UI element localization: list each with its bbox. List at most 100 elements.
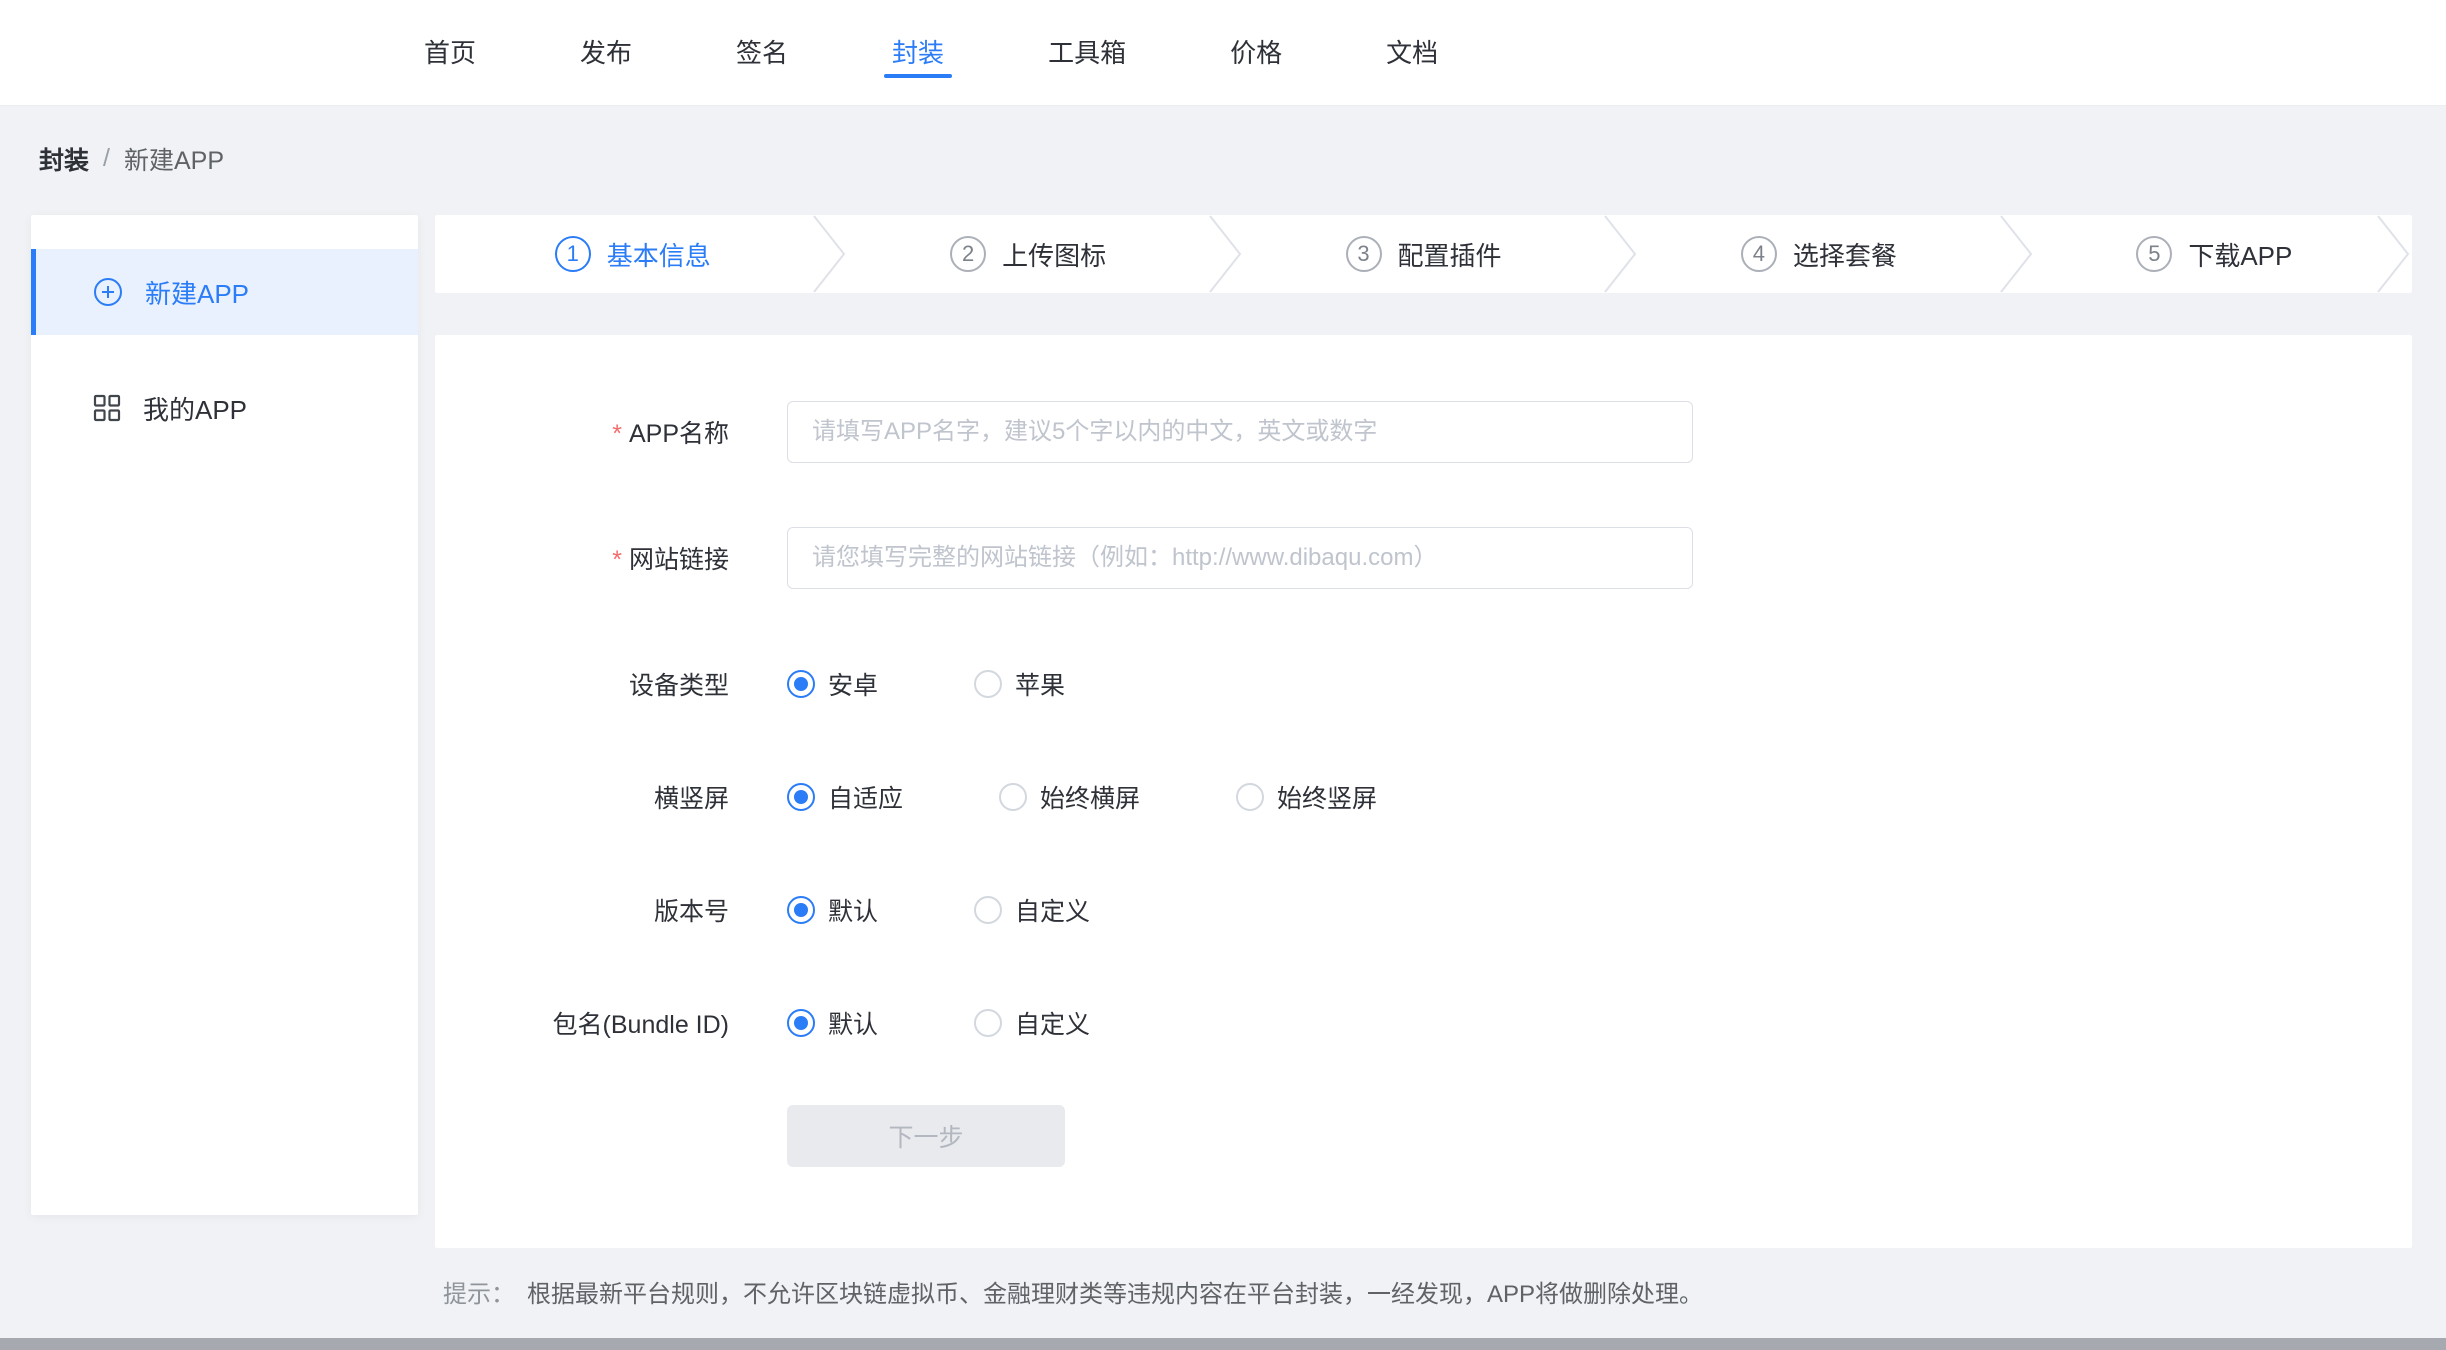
radio-option[interactable]: 默认 — [787, 1005, 878, 1041]
radio-option-label: 安卓 — [828, 666, 878, 702]
step-number-circle: 2 — [950, 236, 986, 272]
next-step-button[interactable]: 下一步 — [787, 1105, 1065, 1167]
field-label-text: 设备类型 — [629, 672, 729, 700]
field-control — [787, 527, 1693, 589]
breadcrumb-current: 新建APP — [124, 141, 224, 177]
breadcrumb: 封装 / 新建APP — [39, 144, 2404, 173]
required-asterisk: * — [612, 420, 622, 448]
form-row: 横竖屏 自适应 始终横屏 始终竖屏 — [435, 766, 2412, 828]
form-row: 版本号 默认 自定义 — [435, 879, 2412, 941]
radio-selected-icon — [787, 896, 815, 924]
content-area: 封装 / 新建APP 新建APP 我的APP 1 基本信息 2 上传图标 3 配置插件 4 选择… — [0, 144, 2446, 1309]
sidebar-item-label: 新建APP — [145, 274, 249, 311]
footer-strip — [0, 1338, 2446, 1350]
radio-selected-icon — [787, 670, 815, 698]
text-input[interactable] — [787, 401, 1693, 463]
radio-option-label: 始终横屏 — [1040, 779, 1140, 815]
radio-option[interactable]: 自定义 — [974, 892, 1090, 928]
field-label-text: 横竖屏 — [654, 785, 729, 813]
nav-item[interactable]: 文档 — [1334, 0, 1490, 106]
wizard-step: 3 配置插件 — [1226, 215, 1621, 293]
step-number-circle: 3 — [1346, 236, 1382, 272]
nav-item[interactable]: 首页 — [372, 0, 528, 106]
main-panel: 1基本信息2上传图标3配置插件4选择套餐5下载APP *APP名称*网站链接设备… — [435, 215, 2412, 1309]
field-label-text: 包名(Bundle ID) — [553, 1011, 729, 1039]
radio-selected-icon — [787, 1009, 815, 1037]
form-row: 包名(Bundle ID) 默认 自定义 — [435, 992, 2412, 1054]
nav-item[interactable]: 封装 — [840, 0, 996, 106]
radio-option[interactable]: 自定义 — [974, 1005, 1090, 1041]
page-body: 新建APP我的APP 1基本信息2上传图标3配置插件4选择套餐5下载APP *A… — [31, 215, 2412, 1309]
radio-option[interactable]: 始终竖屏 — [1236, 779, 1377, 815]
field-label: *网站链接 — [435, 540, 729, 576]
button-row: 下一步 — [435, 1105, 2412, 1167]
form-row: 设备类型 安卓 苹果 — [435, 653, 2412, 715]
field-label: *APP名称 — [435, 414, 729, 450]
radio-unselected-icon — [1236, 783, 1264, 811]
wizard-step: 4 选择套餐 — [1621, 215, 2016, 293]
field-label-text: APP名称 — [629, 420, 729, 448]
radio-option[interactable]: 始终横屏 — [999, 779, 1140, 815]
basic-info-form-card: *APP名称*网站链接设备类型安卓苹果横竖屏自适应始终横屏始终竖屏版本号默认自定… — [435, 335, 2412, 1248]
radio-option[interactable]: 安卓 — [787, 666, 878, 702]
radio-unselected-icon — [999, 783, 1027, 811]
nav-item[interactable]: 发布 — [528, 0, 684, 106]
field-label: 包名(Bundle ID) — [435, 1005, 729, 1041]
form-rows: *APP名称*网站链接设备类型安卓苹果横竖屏自适应始终横屏始终竖屏版本号默认自定… — [435, 401, 2412, 1054]
step-label: 上传图标 — [1002, 236, 1106, 273]
text-input[interactable] — [787, 527, 1693, 589]
sidebar: 新建APP 我的APP — [31, 215, 418, 1215]
radio-option-label: 默认 — [828, 1005, 878, 1041]
steps-bar: 1 基本信息 2 上传图标 3 配置插件 4 选择套餐 5下载APP — [435, 215, 2412, 293]
required-asterisk: * — [612, 546, 622, 574]
radio-option[interactable]: 苹果 — [974, 666, 1065, 702]
breadcrumb-separator: / — [103, 144, 110, 173]
radio-unselected-icon — [974, 670, 1002, 698]
field-label-text: 版本号 — [654, 898, 729, 926]
field-control: 自适应 始终横屏 始终竖屏 — [787, 779, 1377, 815]
step-separator-chevron-icon — [2376, 215, 2410, 293]
step-label: 选择套餐 — [1793, 236, 1897, 273]
radio-unselected-icon — [974, 1009, 1002, 1037]
app-screen: 首页发布签名封装工具箱价格文档 封装 / 新建APP 新建APP我的APP 1基… — [0, 0, 2446, 1350]
radio-selected-icon — [787, 783, 815, 811]
radio-option-label: 自适应 — [828, 779, 903, 815]
breadcrumb-root[interactable]: 封装 — [39, 141, 89, 177]
step-label: 下载APP — [2188, 236, 2292, 273]
step-number-circle: 4 — [1741, 236, 1777, 272]
sidebar-item[interactable]: 新建APP — [31, 249, 418, 335]
field-label: 版本号 — [435, 892, 729, 928]
tip-prefix: 提示： — [443, 1274, 515, 1309]
platform-rule-tip: 提示： 根据最新平台规则，不允许区块链虚拟币、金融理财类等违规内容在平台封装，一… — [435, 1274, 2412, 1309]
radio-option[interactable]: 自适应 — [787, 779, 903, 815]
tip-body: 根据最新平台规则，不允许区块链虚拟币、金融理财类等违规内容在平台封装，一经发现，… — [527, 1274, 1703, 1309]
nav-item[interactable]: 签名 — [684, 0, 840, 106]
radio-option-label: 自定义 — [1015, 1005, 1090, 1041]
top-nav: 首页发布签名封装工具箱价格文档 — [0, 0, 2446, 106]
step-number-circle: 1 — [555, 236, 591, 272]
nav-item[interactable]: 工具箱 — [996, 0, 1178, 106]
radio-option-label: 默认 — [828, 892, 878, 928]
step-label: 基本信息 — [607, 236, 711, 273]
field-control — [787, 401, 1693, 463]
grid-icon — [93, 394, 121, 422]
radio-option-label: 苹果 — [1015, 666, 1065, 702]
radio-option-label: 始终竖屏 — [1277, 779, 1377, 815]
wizard-step: 2 上传图标 — [830, 215, 1225, 293]
field-control: 安卓 苹果 — [787, 666, 1065, 702]
form-row: *APP名称 — [435, 401, 2412, 463]
nav-item[interactable]: 价格 — [1178, 0, 1334, 106]
field-control: 默认 自定义 — [787, 892, 1090, 928]
field-control: 默认 自定义 — [787, 1005, 1090, 1041]
step-label: 配置插件 — [1398, 236, 1502, 273]
radio-option[interactable]: 默认 — [787, 892, 878, 928]
field-label: 横竖屏 — [435, 779, 729, 815]
radio-unselected-icon — [974, 896, 1002, 924]
sidebar-item-label: 我的APP — [143, 390, 247, 427]
field-label: 设备类型 — [435, 666, 729, 702]
radio-option-label: 自定义 — [1015, 892, 1090, 928]
sidebar-item[interactable]: 我的APP — [31, 365, 418, 451]
wizard-step: 1 基本信息 — [435, 215, 830, 293]
wizard-step: 5下载APP — [2017, 215, 2412, 293]
plus-circle-icon — [93, 277, 123, 307]
